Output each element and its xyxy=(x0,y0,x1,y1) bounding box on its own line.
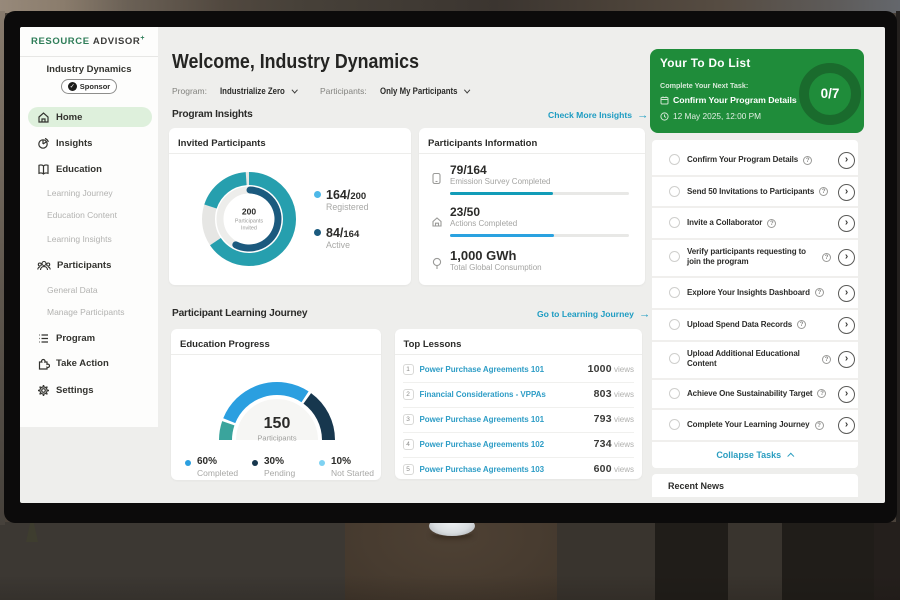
svg-text:Participants: Participants xyxy=(235,219,263,225)
svg-text:Participants: Participants xyxy=(257,434,296,443)
svg-text:150: 150 xyxy=(263,415,290,432)
svg-text:Invited: Invited xyxy=(241,226,257,232)
svg-text:200: 200 xyxy=(242,207,256,217)
